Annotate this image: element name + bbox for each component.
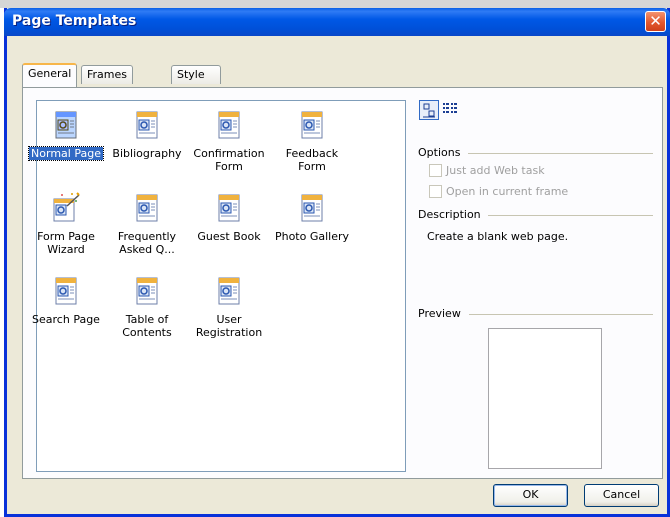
dialog-title: Page Templates bbox=[12, 13, 137, 29]
template-label: Confirmation Form bbox=[193, 147, 265, 173]
template-feedback-form[interactable]: Feedback Form bbox=[270, 109, 354, 173]
large-icons-view-button[interactable] bbox=[419, 100, 439, 120]
tab-style-sheets[interactable]: Style Sheets bbox=[171, 65, 221, 99]
page-icon bbox=[213, 109, 245, 141]
close-button[interactable]: ✕ bbox=[645, 11, 666, 32]
just-add-web-task-label: Just add Web task bbox=[446, 164, 545, 177]
ok-button[interactable]: OK bbox=[493, 484, 568, 507]
page-icon bbox=[131, 109, 163, 141]
page-icon bbox=[213, 192, 245, 224]
tab-frames-pages[interactable]: Frames Pages bbox=[81, 65, 134, 99]
template-label: Feedback Form bbox=[285, 147, 339, 173]
close-icon: ✕ bbox=[649, 12, 662, 30]
preview-heading: Preview bbox=[418, 307, 461, 320]
template-list[interactable]: Normal Page Bibliography Confirmation Form… bbox=[28, 100, 406, 472]
open-in-current-frame-label: Open in current frame bbox=[446, 185, 569, 198]
template-label: Guest Book bbox=[197, 230, 261, 243]
template-label: Search Page bbox=[32, 313, 100, 326]
template-confirmation-form[interactable]: Confirmation Form bbox=[187, 109, 271, 173]
description-text: Create a blank web page. bbox=[427, 230, 569, 243]
desktop-strip bbox=[0, 0, 670, 8]
template-photo-gallery[interactable]: Photo Gallery bbox=[270, 192, 354, 243]
page-icon bbox=[296, 192, 328, 224]
details-view-icon bbox=[443, 103, 457, 113]
options-heading: Options bbox=[418, 146, 461, 159]
details-view-button[interactable] bbox=[441, 100, 461, 120]
page-icon bbox=[131, 192, 163, 224]
template-label: Table of Contents bbox=[122, 313, 172, 339]
large-icons-view-icon bbox=[423, 103, 435, 118]
cancel-button[interactable]: Cancel bbox=[584, 484, 659, 507]
preview-box bbox=[488, 328, 602, 469]
tab-general[interactable]: General bbox=[22, 63, 78, 87]
template-label: Normal Page bbox=[28, 146, 104, 161]
template-label: User Registration bbox=[195, 313, 263, 339]
page-icon bbox=[50, 275, 82, 307]
template-form-page-wizard[interactable]: Form Page Wizard bbox=[24, 192, 108, 256]
view-toggle bbox=[419, 100, 479, 120]
page-icon bbox=[296, 109, 328, 141]
template-guest-book[interactable]: Guest Book bbox=[187, 192, 271, 243]
template-table-of-contents[interactable]: Table of Contents bbox=[105, 275, 189, 339]
template-label: Photo Gallery bbox=[274, 230, 350, 243]
template-label: Bibliography bbox=[112, 147, 182, 160]
page-icon bbox=[213, 275, 245, 307]
template-label: Frequently Asked Q... bbox=[117, 230, 177, 256]
template-bibliography[interactable]: Bibliography bbox=[105, 109, 189, 160]
just-add-web-task-checkbox[interactable] bbox=[429, 164, 442, 177]
template-label: Form Page Wizard bbox=[37, 230, 95, 256]
options-divider bbox=[468, 153, 653, 154]
template-frequently-asked-q[interactable]: Frequently Asked Q... bbox=[105, 192, 189, 256]
preview-divider bbox=[469, 314, 653, 315]
wizard-page-icon bbox=[50, 192, 82, 224]
open-in-current-frame-checkbox[interactable] bbox=[429, 185, 442, 198]
template-normal-page[interactable]: Normal Page bbox=[24, 109, 108, 161]
template-search-page[interactable]: Search Page bbox=[24, 275, 108, 326]
tab-panel-general: Normal Page Bibliography Confirmation Form… bbox=[22, 87, 663, 479]
page-templates-dialog: Page Templates ✕ General Frames Pages St… bbox=[4, 8, 670, 517]
description-divider bbox=[488, 215, 653, 216]
page-icon bbox=[50, 109, 82, 141]
page-icon bbox=[131, 275, 163, 307]
description-heading: Description bbox=[418, 208, 481, 221]
template-user-registration[interactable]: User Registration bbox=[187, 275, 271, 339]
title-bar[interactable]: Page Templates ✕ bbox=[4, 8, 670, 36]
